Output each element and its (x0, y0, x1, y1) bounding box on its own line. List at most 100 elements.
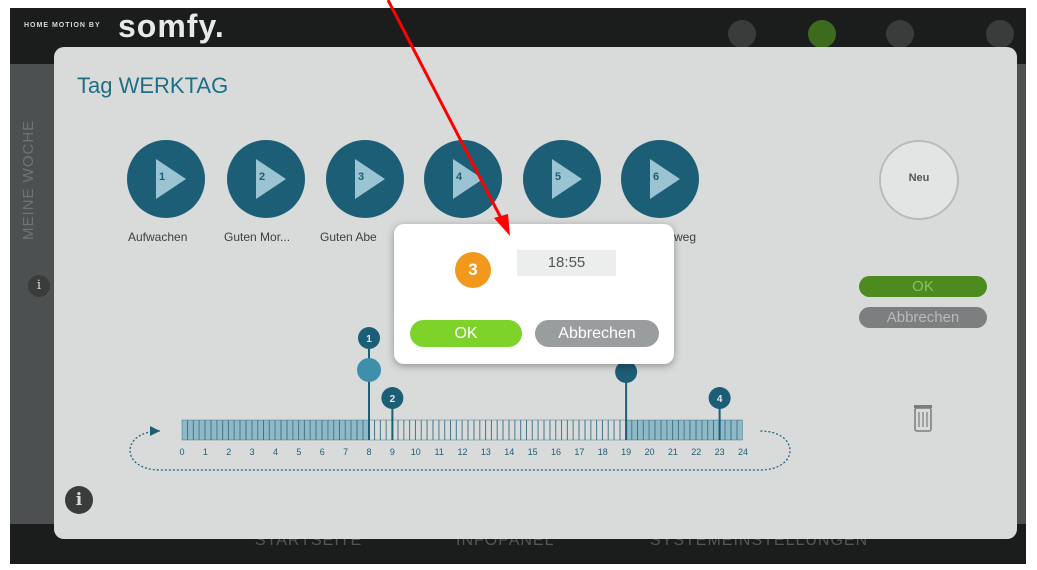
marker-number: 4 (717, 394, 723, 405)
time-slot[interactable] (509, 419, 515, 441)
time-slot[interactable] (468, 419, 474, 441)
time-slot[interactable] (298, 419, 305, 441)
time-slot[interactable] (585, 419, 591, 441)
time-slot[interactable] (333, 419, 340, 441)
time-slot[interactable] (211, 419, 217, 441)
time-slot[interactable] (199, 419, 205, 441)
time-slot[interactable] (590, 419, 597, 441)
time-slot[interactable] (497, 419, 504, 441)
time-slot[interactable] (275, 419, 281, 441)
popup-ok-button[interactable]: OK (410, 320, 522, 347)
timeline-bars[interactable] (181, 419, 743, 441)
time-slot[interactable] (503, 419, 509, 441)
time-slot[interactable] (725, 419, 731, 441)
time-slot[interactable] (701, 419, 708, 441)
time-slot[interactable] (573, 419, 579, 441)
time-slot[interactable] (491, 419, 498, 441)
time-slot[interactable] (193, 419, 200, 441)
time-slot[interactable] (620, 419, 626, 441)
time-slot[interactable] (561, 419, 568, 441)
time-slot[interactable] (327, 419, 334, 441)
time-slot[interactable] (444, 419, 451, 441)
hour-tick-label: 4 (273, 447, 278, 457)
time-slot[interactable] (549, 419, 556, 441)
time-slot[interactable] (257, 419, 264, 441)
time-slot[interactable] (339, 419, 346, 441)
moon-icon[interactable] (615, 361, 638, 383)
time-slot[interactable] (374, 419, 381, 441)
time-slot[interactable] (555, 419, 562, 441)
time-slot[interactable] (357, 419, 363, 441)
time-slot[interactable] (415, 419, 422, 441)
time-slot[interactable] (216, 419, 223, 441)
time-slot[interactable] (351, 419, 357, 441)
time-slot[interactable] (246, 419, 252, 441)
time-slot[interactable] (479, 419, 486, 441)
time-slot[interactable] (696, 419, 702, 441)
time-slot[interactable] (713, 419, 720, 441)
time-slot[interactable] (240, 419, 246, 441)
time-slot[interactable] (234, 419, 241, 441)
time-slot[interactable] (398, 419, 404, 441)
time-slot[interactable] (649, 419, 655, 441)
time-slot[interactable] (263, 419, 270, 441)
time-slot[interactable] (538, 419, 544, 441)
time-slot[interactable] (456, 419, 463, 441)
time-slot[interactable] (602, 419, 609, 441)
time-slot[interactable] (684, 419, 691, 441)
time-slot[interactable] (637, 419, 644, 441)
time-slot[interactable] (281, 419, 287, 441)
time-slot[interactable] (380, 419, 387, 441)
time-slot[interactable] (608, 419, 615, 441)
time-slot[interactable] (514, 419, 521, 441)
time-slot[interactable] (567, 419, 574, 441)
time-slot[interactable] (473, 419, 480, 441)
time-slot[interactable] (292, 419, 299, 441)
time-slot[interactable] (643, 419, 650, 441)
time-slot[interactable] (631, 419, 638, 441)
time-slot[interactable] (386, 419, 392, 441)
time-slot[interactable] (421, 419, 428, 441)
popup-cancel-button[interactable]: Abbrechen (535, 320, 659, 347)
time-slot[interactable] (322, 419, 328, 441)
time-slot[interactable] (438, 419, 445, 441)
time-slot[interactable] (450, 419, 457, 441)
time-slot[interactable] (707, 419, 714, 441)
time-slot[interactable] (269, 419, 276, 441)
time-input[interactable]: 18:55 (517, 250, 616, 276)
time-slot[interactable] (362, 419, 369, 441)
hour-tick-label: 9 (390, 447, 395, 457)
time-slot[interactable] (736, 419, 743, 441)
time-slot[interactable] (286, 419, 293, 441)
time-slot[interactable] (544, 419, 550, 441)
time-slot[interactable] (222, 419, 229, 441)
time-slot[interactable] (690, 419, 696, 441)
time-slot[interactable] (660, 419, 667, 441)
time-slot[interactable] (678, 419, 685, 441)
time-slot[interactable] (403, 419, 410, 441)
time-slot[interactable] (228, 419, 235, 441)
time-slot[interactable] (614, 419, 620, 441)
time-slot[interactable] (433, 419, 439, 441)
time-slot[interactable] (672, 419, 679, 441)
time-slot[interactable] (520, 419, 527, 441)
time-slot[interactable] (666, 419, 673, 441)
time-slot[interactable] (596, 419, 603, 441)
time-slot[interactable] (310, 419, 317, 441)
time-slot[interactable] (345, 419, 352, 441)
time-slot[interactable] (485, 419, 492, 441)
time-slot[interactable] (316, 419, 322, 441)
time-slot[interactable] (462, 419, 468, 441)
time-slot[interactable] (427, 419, 433, 441)
time-slot[interactable] (526, 419, 533, 441)
time-slot[interactable] (187, 419, 194, 441)
time-slot[interactable] (205, 419, 211, 441)
time-slot[interactable] (251, 419, 258, 441)
time-slot[interactable] (532, 419, 539, 441)
time-slot[interactable] (409, 419, 416, 441)
time-slot[interactable] (579, 419, 585, 441)
time-slot[interactable] (181, 419, 188, 441)
time-slot[interactable] (304, 419, 311, 441)
time-slot[interactable] (655, 419, 661, 441)
time-slot[interactable] (731, 419, 737, 441)
